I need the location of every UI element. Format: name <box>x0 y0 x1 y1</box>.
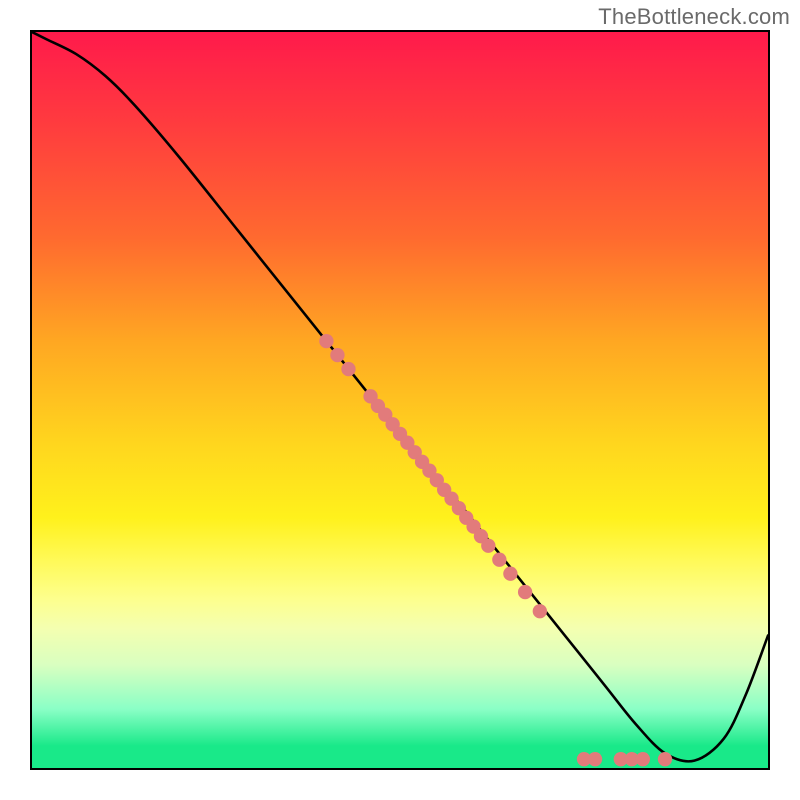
highlight-dot <box>330 348 344 362</box>
highlight-dot <box>588 752 602 766</box>
highlight-dot <box>319 334 333 348</box>
highlight-dot <box>533 604 547 618</box>
highlight-dot <box>658 752 672 766</box>
chart-container: TheBottleneck.com <box>0 0 800 800</box>
highlight-points <box>32 32 768 768</box>
highlight-dot <box>503 567 517 581</box>
highlight-dot <box>636 752 650 766</box>
watermark-label: TheBottleneck.com <box>598 4 790 30</box>
plot-area <box>30 30 770 770</box>
highlight-dot <box>492 553 506 567</box>
highlight-dot <box>518 585 532 599</box>
highlight-dot <box>481 539 495 553</box>
highlight-dot <box>341 362 355 376</box>
